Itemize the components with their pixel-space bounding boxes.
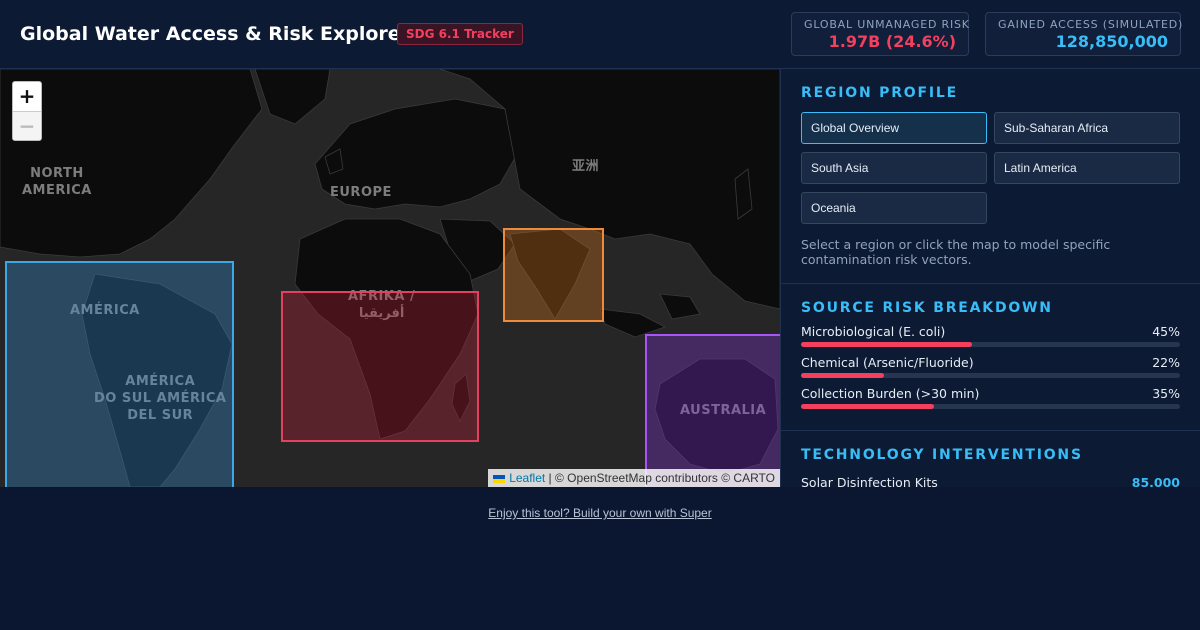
region-button-sub-saharan-africa[interactable]: Sub-Saharan Africa — [994, 112, 1180, 144]
interventions-section: TECHNOLOGY INTERVENTIONS Solar Disinfect… — [781, 431, 1200, 487]
map-label-north-america: NORTH AMERICA — [22, 166, 92, 198]
risk-row-collection-burden: Collection Burden (>30 min) 35% — [801, 386, 1180, 409]
stat-label: GAINED ACCESS (SIMULATED) — [998, 18, 1184, 31]
risk-bar-fill — [801, 404, 934, 409]
world-map[interactable]: NORTH AMERICA EUROPE 亚洲 AFRIKA / أفريقيا… — [0, 69, 780, 487]
map-label-asia: 亚洲 — [572, 159, 600, 174]
app-title: Global Water Access & Risk Explorer — [20, 23, 411, 45]
map-label-europe: EUROPE — [330, 185, 392, 200]
region-button-grid: Global Overview Sub-Saharan Africa South… — [801, 112, 1180, 224]
region-overlay-oceania[interactable] — [645, 334, 780, 487]
map-attribution: Leaflet | © OpenStreetMap contributors ©… — [488, 469, 780, 487]
risk-bar-track — [801, 404, 1180, 409]
risk-bar-track — [801, 342, 1180, 347]
zoom-out-button[interactable]: − — [13, 111, 41, 140]
app-header: Global Water Access & Risk Explorer SDG … — [0, 0, 1200, 69]
risk-label: Collection Burden (>30 min) — [801, 386, 980, 401]
risk-label: Chemical (Arsenic/Fluoride) — [801, 355, 974, 370]
region-overlay-south-asia[interactable] — [503, 228, 604, 322]
source-risk-section: SOURCE RISK BREAKDOWN Microbiological (E… — [781, 284, 1200, 431]
stat-value: 1.97B (24.6%) — [828, 32, 956, 51]
intervention-label: Solar Disinfection Kits — [801, 475, 938, 487]
risk-percent: 45% — [1152, 324, 1180, 339]
region-button-global-overview[interactable]: Global Overview — [801, 112, 987, 144]
region-overlay-latin-america[interactable] — [5, 261, 234, 487]
region-button-latin-america[interactable]: Latin America — [994, 152, 1180, 184]
ukraine-flag-icon — [493, 474, 506, 483]
attribution-text: | © OpenStreetMap contributors © CARTO — [545, 471, 775, 485]
stat-gained-access: GAINED ACCESS (SIMULATED) 128,850,000 — [985, 12, 1184, 56]
risk-label: Microbiological (E. coli) — [801, 324, 946, 339]
stat-global-unmanaged-risk: GLOBAL UNMANAGED RISK 1.97B (24.6%) — [791, 12, 969, 56]
stat-value: 128,850,000 — [1055, 32, 1168, 51]
risk-bar-fill — [801, 373, 885, 378]
intervention-row-solar-disinfection[interactable]: Solar Disinfection Kits 85,000 — [801, 475, 1180, 487]
risk-row-chemical: Chemical (Arsenic/Fluoride) 22% — [801, 355, 1180, 378]
zoom-in-button[interactable]: + — [13, 82, 41, 111]
region-button-south-asia[interactable]: South Asia — [801, 152, 987, 184]
region-button-oceania[interactable]: Oceania — [801, 192, 987, 224]
stat-label: GLOBAL UNMANAGED RISK — [804, 18, 970, 31]
sdg-badge: SDG 6.1 Tracker — [397, 23, 523, 45]
region-hint-text: Select a region or click the map to mode… — [801, 237, 1111, 267]
region-profile-section: REGION PROFILE Global Overview Sub-Sahar… — [781, 69, 1200, 284]
intervention-value: 85,000 — [1131, 475, 1180, 487]
risk-percent: 22% — [1152, 355, 1180, 370]
section-title-source-risk: SOURCE RISK BREAKDOWN — [801, 300, 1053, 316]
footer-link[interactable]: Enjoy this tool? Build your own with Sup… — [0, 506, 1200, 520]
side-panel: REGION PROFILE Global Overview Sub-Sahar… — [780, 69, 1200, 487]
risk-bar-track — [801, 373, 1180, 378]
region-overlay-sub-saharan-africa[interactable] — [281, 291, 479, 442]
risk-row-microbiological: Microbiological (E. coli) 45% — [801, 324, 1180, 347]
leaflet-link[interactable]: Leaflet — [509, 471, 545, 485]
risk-bar-fill — [801, 342, 972, 347]
zoom-control: + − — [12, 81, 42, 141]
section-title-interventions: TECHNOLOGY INTERVENTIONS — [801, 447, 1083, 463]
risk-percent: 35% — [1152, 386, 1180, 401]
section-title-region-profile: REGION PROFILE — [801, 85, 958, 101]
